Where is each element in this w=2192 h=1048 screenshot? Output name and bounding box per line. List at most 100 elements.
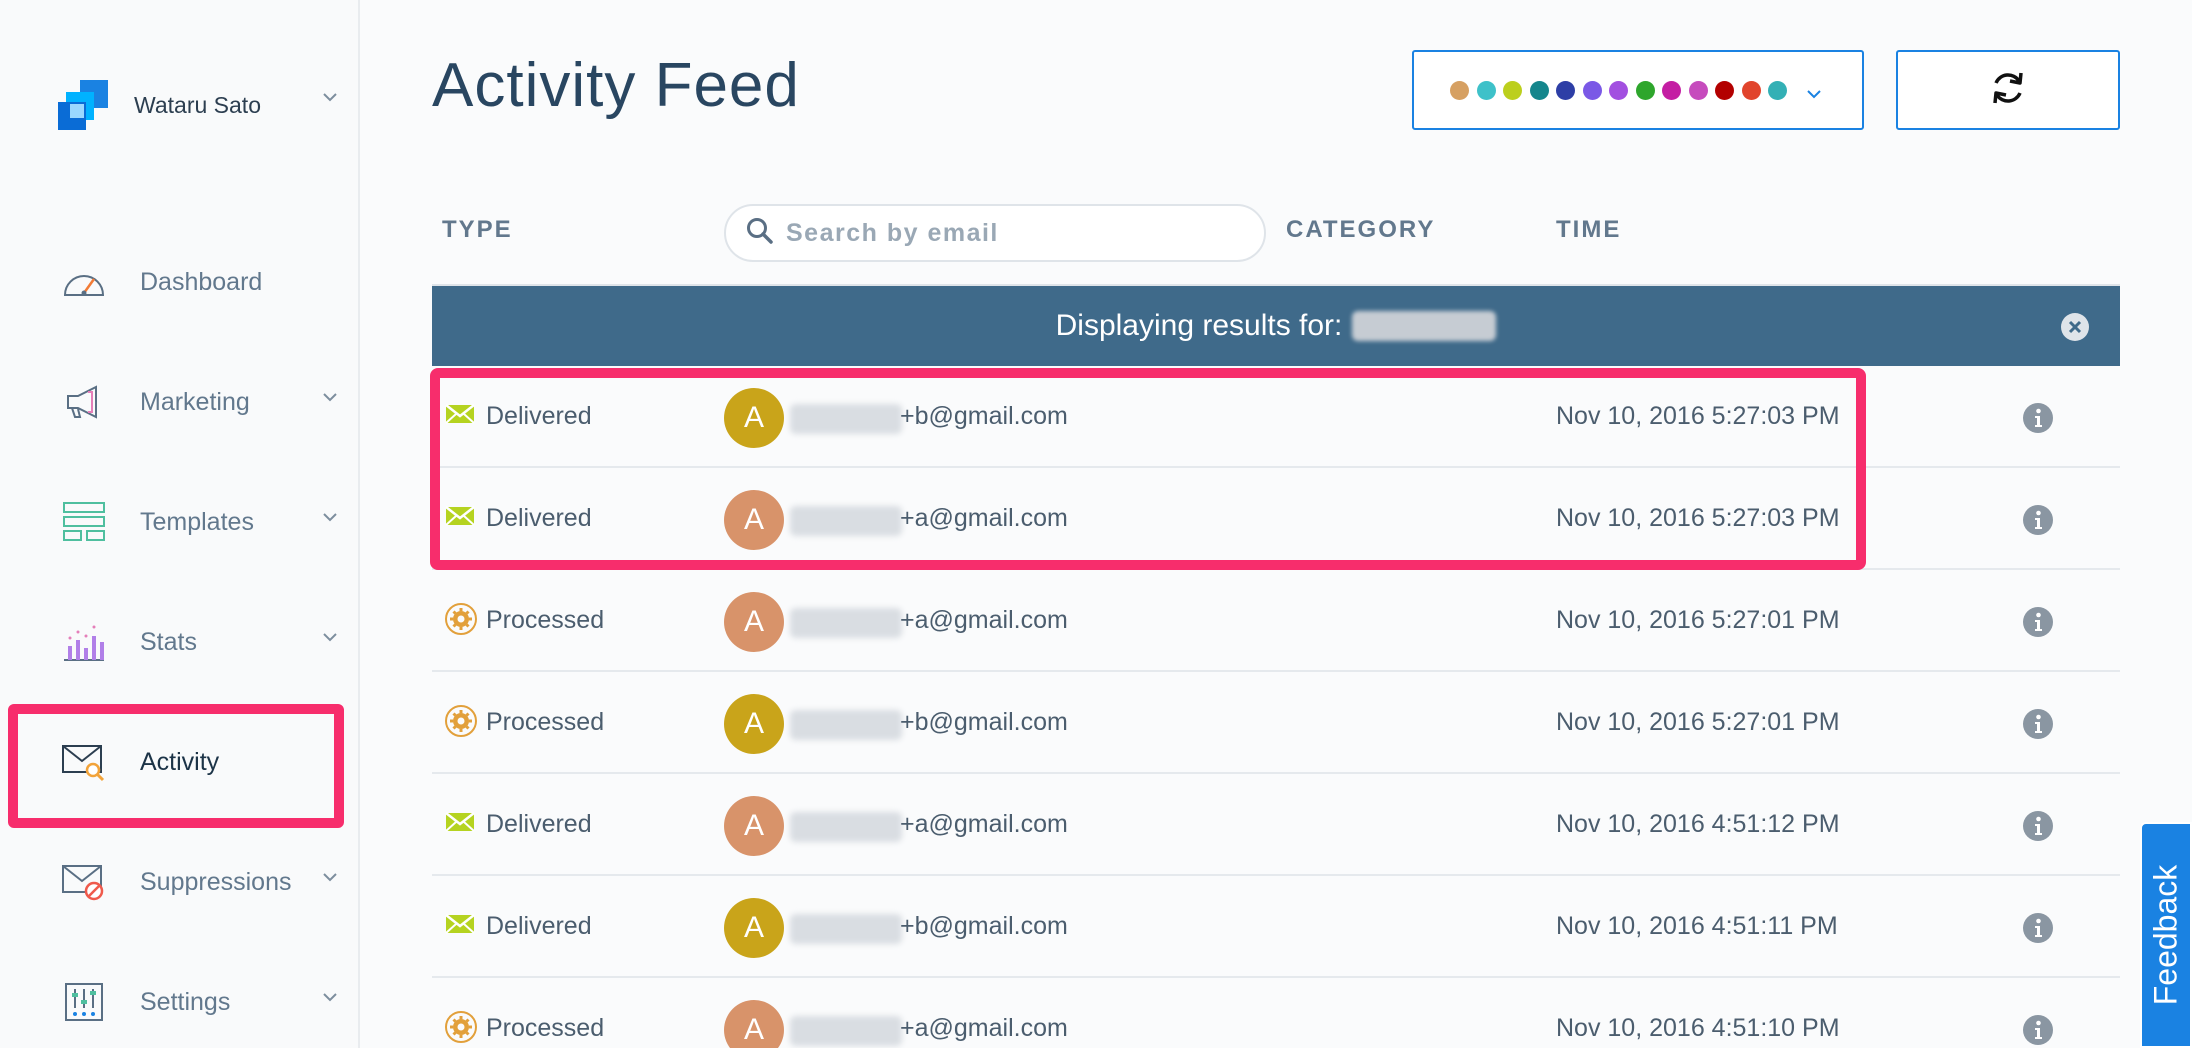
- results-banner: Displaying results for:: [432, 284, 2120, 366]
- mail-block-icon: [58, 856, 110, 908]
- chevron-down-icon: [1806, 86, 1822, 104]
- sidebar-item-settings[interactable]: Settings: [58, 972, 338, 1032]
- event-time: Nov 10, 2016 4:51:11 PM: [1556, 912, 1838, 940]
- account-name: Wataru Sato: [134, 91, 261, 118]
- category-color-dot: [1582, 80, 1602, 100]
- sidebar-item-label: Settings: [140, 987, 231, 1016]
- column-header-type: TYPE: [442, 216, 513, 243]
- table-row[interactable]: Processed A +a@gmail.com Nov 10, 2016 5:27:…: [432, 570, 2120, 672]
- event-type: Processed: [486, 1014, 605, 1042]
- sidebar: Wataru Sato Dashboard Marketing Template…: [0, 0, 360, 1048]
- avatar: A: [724, 796, 784, 856]
- info-icon[interactable]: [2022, 810, 2054, 847]
- feedback-tab[interactable]: Feedback: [2140, 822, 2192, 1048]
- sidebar-item-label: Stats: [140, 627, 197, 656]
- sidebar-item-stats[interactable]: Stats: [58, 612, 338, 672]
- event-time: Nov 10, 2016 4:51:10 PM: [1556, 1014, 1840, 1042]
- avatar: A: [724, 898, 784, 958]
- table-row[interactable]: Processed A +b@gmail.com Nov 10, 2016 5:27:…: [432, 672, 2120, 774]
- info-icon[interactable]: [2022, 1014, 2054, 1048]
- template-layout-icon: [58, 496, 110, 548]
- search-input[interactable]: [786, 218, 1246, 248]
- table-row[interactable]: Delivered A +b@gmail.com Nov 10, 2016 4:51:…: [432, 876, 2120, 978]
- redacted-email: [1352, 311, 1497, 341]
- sidebar-item-marketing[interactable]: Marketing: [58, 372, 338, 432]
- refresh-button[interactable]: [1896, 50, 2120, 130]
- redacted-email: [790, 1016, 902, 1046]
- sidebar-item-label: Dashboard: [140, 267, 263, 296]
- table-row[interactable]: Processed A +a@gmail.com Nov 10, 2016 4:51:…: [432, 978, 2120, 1048]
- category-color-dot: [1503, 80, 1522, 100]
- category-color-dot: [1476, 80, 1496, 100]
- info-icon[interactable]: [2022, 606, 2054, 643]
- chevron-down-icon: [322, 512, 338, 522]
- gauge-icon: [58, 256, 110, 308]
- delivered-mail-icon: [444, 810, 476, 839]
- info-icon[interactable]: [2022, 708, 2054, 745]
- processed-gear-icon: [444, 602, 478, 641]
- processed-gear-icon: [444, 1010, 478, 1048]
- recipient-email[interactable]: +a@gmail.com: [900, 1014, 1068, 1043]
- category-color-dot: [1556, 80, 1575, 100]
- sidebar-item-label: Suppressions: [140, 867, 292, 896]
- sidebar-item-label: Marketing: [140, 387, 250, 416]
- category-color-dot: [1450, 80, 1469, 100]
- feedback-label: Feedback: [2147, 864, 2184, 1006]
- processed-gear-icon: [444, 704, 478, 743]
- avatar: A: [724, 1000, 784, 1048]
- refresh-icon: [1989, 69, 2027, 112]
- sliders-icon: [58, 976, 110, 1028]
- event-type: Processed: [486, 708, 605, 736]
- megaphone-icon: [58, 376, 110, 428]
- redacted-email: [790, 710, 902, 740]
- sidebar-item-dashboard[interactable]: Dashboard: [58, 252, 338, 312]
- brand-logo-icon: [58, 80, 108, 130]
- category-color-dot: [1635, 80, 1655, 100]
- email-search[interactable]: [724, 204, 1266, 262]
- avatar: A: [724, 592, 784, 652]
- sidebar-item-label: Templates: [140, 507, 254, 536]
- recipient-email[interactable]: +a@gmail.com: [900, 606, 1068, 635]
- redacted-email: [790, 608, 902, 638]
- category-color-dot: [1741, 80, 1761, 100]
- table-row[interactable]: Delivered A +a@gmail.com Nov 10, 2016 4:51:…: [432, 774, 2120, 876]
- chevron-down-icon: [322, 992, 338, 1002]
- avatar: A: [724, 694, 784, 754]
- event-type: Processed: [486, 606, 605, 634]
- account-switcher[interactable]: Wataru Sato: [58, 80, 338, 130]
- recipient-email[interactable]: +b@gmail.com: [900, 708, 1068, 737]
- recipient-email[interactable]: +a@gmail.com: [900, 810, 1068, 839]
- recipient-email[interactable]: +b@gmail.com: [900, 912, 1068, 941]
- category-color-dot: [1662, 80, 1681, 100]
- event-time: Nov 10, 2016 5:27:01 PM: [1556, 708, 1840, 736]
- event-time: Nov 10, 2016 4:51:12 PM: [1556, 810, 1840, 838]
- category-color-dot: [1529, 80, 1549, 100]
- column-header-time: TIME: [1556, 216, 1622, 243]
- info-icon[interactable]: [2022, 912, 2054, 949]
- category-color-dot: [1609, 80, 1628, 100]
- chevron-down-icon: [322, 632, 338, 642]
- column-header-category: CATEGORY: [1286, 216, 1436, 243]
- category-color-filter[interactable]: [1412, 50, 1864, 130]
- sidebar-item-templates[interactable]: Templates: [58, 492, 338, 552]
- category-color-dot: [1688, 80, 1708, 100]
- search-icon: [746, 217, 774, 250]
- info-icon[interactable]: [2022, 504, 2054, 541]
- sidebar-item-suppressions[interactable]: Suppressions: [58, 852, 338, 912]
- banner-text: Displaying results for:: [1055, 309, 1343, 342]
- chevron-down-icon[interactable]: [322, 92, 338, 102]
- chevron-down-icon: [322, 872, 338, 882]
- highlight-box: [8, 704, 344, 828]
- info-icon[interactable]: [2022, 402, 2054, 439]
- close-icon[interactable]: [2060, 312, 2090, 347]
- delivered-mail-icon: [444, 912, 476, 941]
- category-color-dot: [1768, 80, 1787, 100]
- event-type: Delivered: [486, 810, 592, 838]
- bar-chart-icon: [58, 616, 110, 668]
- redacted-email: [790, 914, 902, 944]
- color-dots: [1450, 80, 1795, 100]
- highlight-box: [430, 368, 1866, 570]
- redacted-email: [790, 812, 902, 842]
- page-title: Activity Feed: [432, 51, 800, 120]
- chevron-down-icon: [322, 392, 338, 402]
